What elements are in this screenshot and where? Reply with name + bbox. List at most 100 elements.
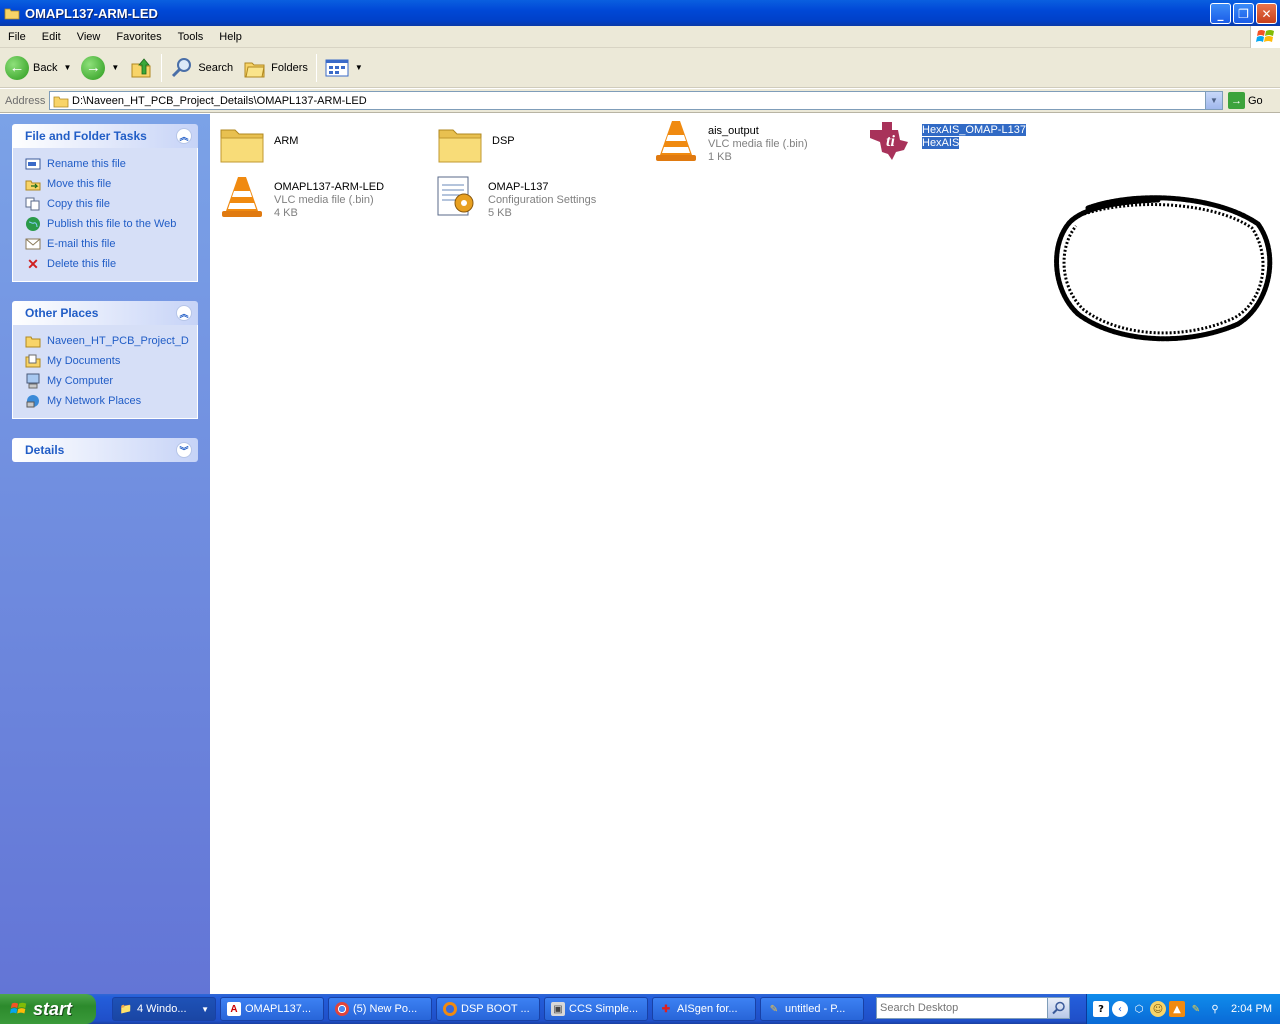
delete-file-link[interactable]: ✕ Delete this file bbox=[25, 254, 197, 274]
my-computer-icon bbox=[25, 373, 41, 389]
search-desktop-button[interactable] bbox=[1047, 998, 1069, 1018]
publish-web-link[interactable]: Publish this file to the Web bbox=[25, 214, 197, 234]
taskbar-button-aisgen[interactable]: ✚ AISgen for... bbox=[652, 997, 756, 1021]
toolbar-separator bbox=[315, 53, 317, 82]
minimize-button[interactable]: _ bbox=[1210, 3, 1231, 24]
toolbar: ← Back ▼ → ▼ Search Folders ▼ bbox=[0, 48, 1280, 88]
menu-edit[interactable]: Edit bbox=[34, 31, 69, 43]
vlc-cone-icon[interactable]: ▲ bbox=[1169, 1001, 1185, 1017]
file-item-omap-l137[interactable]: OMAP-L137 Configuration Settings 5 KB bbox=[432, 173, 596, 221]
taskbar-button-label: 4 Windo... bbox=[137, 1003, 187, 1015]
search-desktop-box bbox=[876, 997, 1070, 1019]
file-folder-tasks-header[interactable]: File and Folder Tasks ︽ bbox=[12, 124, 198, 148]
vlc-cone-icon bbox=[222, 177, 262, 217]
taskbar-button-label: DSP BOOT ... bbox=[461, 1003, 530, 1015]
search-button[interactable]: Search bbox=[165, 51, 238, 85]
taskbar-button-label: AISgen for... bbox=[677, 1003, 738, 1015]
menu-help[interactable]: Help bbox=[211, 31, 250, 43]
taskbar-button-label: untitled - P... bbox=[785, 1003, 846, 1015]
taskbar-button-chrome[interactable]: (5) New Po... bbox=[328, 997, 432, 1021]
up-folder-icon bbox=[131, 57, 151, 77]
taskbar-button-paint[interactable]: ✎ untitled - P... bbox=[760, 997, 864, 1021]
search-desktop-input[interactable] bbox=[877, 999, 1047, 1017]
taskbar-button-label: OMAPL137... bbox=[245, 1003, 312, 1015]
chevron-down-icon[interactable]: ▼ bbox=[63, 63, 71, 72]
go-label: Go bbox=[1248, 94, 1263, 107]
my-computer-link[interactable]: My Computer bbox=[25, 371, 197, 391]
address-dropdown-button[interactable]: ▼ bbox=[1205, 92, 1222, 109]
file-item-arm[interactable]: ARM bbox=[218, 120, 298, 168]
folders-icon bbox=[244, 62, 265, 77]
file-type: HexAIS bbox=[922, 137, 960, 149]
menu-view[interactable]: View bbox=[69, 31, 109, 43]
taskbar-button-pdf[interactable]: A OMAPL137... bbox=[220, 997, 324, 1021]
delete-icon: ✕ bbox=[27, 255, 39, 272]
window-title: OMAPL137-ARM-LED bbox=[25, 5, 158, 21]
title-bar: OMAPL137-ARM-LED _ ❐ ✕ bbox=[0, 0, 1280, 26]
email-file-link[interactable]: E-mail this file bbox=[25, 234, 197, 254]
views-button[interactable]: ▼ bbox=[320, 51, 368, 85]
rename-icon bbox=[25, 156, 41, 172]
cube-icon[interactable]: ⬡ bbox=[1131, 1001, 1147, 1017]
close-button[interactable]: ✕ bbox=[1256, 3, 1277, 24]
taskbar-button-dsp-boot[interactable]: DSP BOOT ... bbox=[436, 997, 540, 1021]
folders-button[interactable]: Folders bbox=[238, 51, 313, 85]
chrome-icon bbox=[335, 1002, 349, 1016]
start-button[interactable]: start bbox=[0, 994, 96, 1024]
address-value: D:\Naveen_HT_PCB_Project_Details\OMAPL13… bbox=[72, 94, 367, 107]
collapse-icon[interactable]: ︽ bbox=[176, 305, 192, 321]
chevron-down-icon[interactable]: ▼ bbox=[111, 63, 119, 72]
taskbar-button-ccs[interactable]: ▣ CCS Simple... bbox=[544, 997, 648, 1021]
messenger-icon[interactable]: ☺ bbox=[1150, 1001, 1166, 1017]
expand-icon[interactable]: ︾ bbox=[176, 442, 192, 458]
start-label: start bbox=[33, 998, 73, 1019]
taskbar-button-windows-group[interactable]: 📁 4 Windo... ▼ bbox=[112, 997, 216, 1021]
move-icon bbox=[25, 176, 41, 192]
ti-logo-icon: ✚ bbox=[661, 1003, 671, 1015]
go-button[interactable]: → Go bbox=[1228, 92, 1263, 109]
link-label: Delete this file bbox=[47, 258, 117, 270]
address-field[interactable]: D:\Naveen_HT_PCB_Project_Details\OMAPL13… bbox=[49, 91, 1223, 110]
other-places-header[interactable]: Other Places ︽ bbox=[12, 301, 198, 325]
back-button[interactable]: ← Back ▼ bbox=[0, 51, 76, 85]
vlc-cone-icon bbox=[656, 121, 696, 161]
collapse-icon[interactable]: ︽ bbox=[176, 128, 192, 144]
back-label: Back bbox=[33, 61, 58, 74]
forward-arrow-icon: → bbox=[81, 55, 106, 80]
back-arrow-icon: ← bbox=[5, 55, 29, 80]
file-item-dsp[interactable]: DSP bbox=[436, 120, 515, 168]
maximize-button[interactable]: ❐ bbox=[1233, 3, 1254, 24]
file-item-omapl137-arm-led[interactable]: OMAPL137-ARM-LED VLC media file (.bin) 4… bbox=[218, 173, 384, 221]
parent-folder-link[interactable]: Naveen_HT_PCB_Project_D bbox=[25, 331, 197, 351]
file-type: VLC media file (.bin) bbox=[274, 194, 374, 206]
folder-icon bbox=[220, 129, 264, 163]
file-size: 4 KB bbox=[274, 207, 298, 219]
other-places-panel: Other Places ︽ Naveen_HT_PCB_Project_D M… bbox=[12, 301, 198, 419]
search-icon[interactable]: ⚲ bbox=[1207, 1001, 1223, 1017]
menu-favorites[interactable]: Favorites bbox=[108, 31, 169, 43]
my-documents-icon bbox=[25, 353, 41, 369]
forward-button[interactable]: → ▼ bbox=[76, 51, 124, 85]
globe-icon bbox=[25, 216, 41, 232]
link-label: Rename this file bbox=[47, 158, 126, 170]
address-label: Address bbox=[5, 94, 46, 107]
paint-brush-icon[interactable]: ✎ bbox=[1188, 1001, 1204, 1017]
file-item-ais-output[interactable]: ais_output VLC media file (.bin) 1 KB bbox=[652, 117, 808, 165]
folder-icon: 📁 bbox=[119, 1003, 133, 1015]
rename-file-link[interactable]: Rename this file bbox=[25, 154, 197, 174]
help-icon[interactable]: ? bbox=[1093, 1001, 1109, 1017]
chevron-down-icon[interactable]: ▼ bbox=[355, 63, 363, 72]
menu-tools[interactable]: Tools bbox=[170, 31, 212, 43]
my-documents-link[interactable]: My Documents bbox=[25, 351, 197, 371]
file-name: HexAIS_OMAP-L137 bbox=[922, 124, 1026, 136]
up-folder-button[interactable] bbox=[124, 51, 158, 85]
copy-icon bbox=[25, 196, 41, 212]
copy-file-link[interactable]: Copy this file bbox=[25, 194, 197, 214]
menu-file[interactable]: File bbox=[0, 31, 34, 43]
move-file-link[interactable]: Move this file bbox=[25, 174, 197, 194]
my-network-places-link[interactable]: My Network Places bbox=[25, 391, 197, 411]
file-item-hexais[interactable]: ti HexAIS_OMAP-L137 HexAIS bbox=[866, 116, 1026, 164]
details-header[interactable]: Details ︾ bbox=[12, 438, 198, 462]
views-icon bbox=[325, 59, 349, 76]
collapse-tray-icon[interactable]: ‹ bbox=[1112, 1001, 1128, 1017]
